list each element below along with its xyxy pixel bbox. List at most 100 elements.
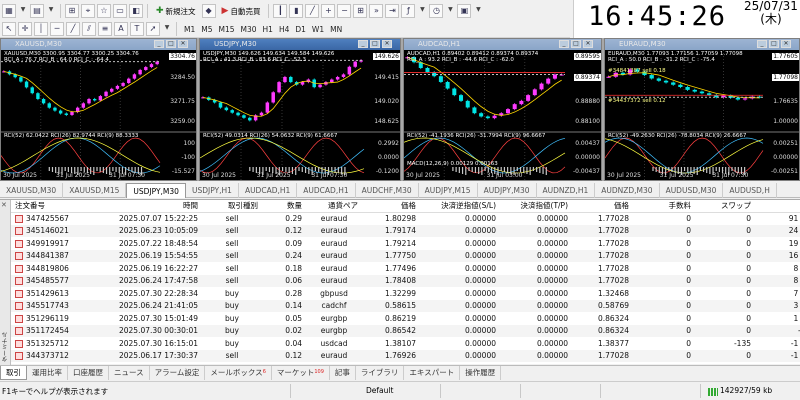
chart-title-bar[interactable]: XAUUSD,M30 _ □ ✕ — [1, 39, 196, 50]
terminal-tab[interactable]: マーケット109 — [272, 366, 330, 380]
text-tool-icon[interactable]: A — [114, 22, 128, 36]
table-row[interactable]: 349919917 2025.07.22 18:48:54 sell 0.09 eura… — [11, 237, 800, 250]
maximize-icon[interactable]: □ — [769, 40, 779, 48]
terminal-tab[interactable]: ライブラリ — [356, 366, 405, 380]
chart-tab[interactable]: AUDJPY,M15 — [419, 183, 478, 198]
chart-tab[interactable]: USDJPY,H1 — [186, 183, 239, 198]
chart-tab[interactable]: AUDCAD,H1 — [239, 183, 298, 198]
timeframe-h1[interactable]: H1 — [260, 25, 276, 34]
column-header[interactable]: 手数料 — [633, 200, 695, 213]
column-header[interactable]: 取引種別 — [202, 200, 262, 213]
minimize-icon[interactable]: _ — [559, 40, 569, 48]
column-header[interactable]: 価格 — [572, 200, 633, 213]
chart-shift-icon[interactable]: ⇥ — [385, 4, 400, 18]
maximize-icon[interactable]: □ — [370, 40, 380, 48]
horizontal-line-icon[interactable]: ─ — [50, 22, 64, 36]
chevron-down-icon[interactable]: ▼ — [18, 4, 28, 18]
minimize-icon[interactable]: _ — [154, 40, 164, 48]
table-row[interactable]: 345485577 2025.06.24 17:47:58 sell 0.06 eura… — [11, 274, 800, 287]
templates-icon[interactable]: ▣ — [457, 4, 472, 18]
chart-tab[interactable]: AUDNZD,H1 — [537, 183, 596, 198]
arrows-icon[interactable]: ➚ — [146, 22, 160, 36]
column-header[interactable]: 時間 — [106, 200, 202, 213]
maximize-icon[interactable]: □ — [571, 40, 581, 48]
vertical-line-icon[interactable]: │ — [34, 22, 48, 36]
minimize-icon[interactable]: _ — [757, 40, 767, 48]
equidistant-channel-icon[interactable]: ⫽ — [82, 22, 96, 36]
text-label-icon[interactable]: T — [130, 22, 144, 36]
status-profile[interactable]: Default — [366, 386, 393, 395]
column-header[interactable]: 損益 — [755, 200, 800, 213]
autotrade-button[interactable]: ▶ 自動売買 — [218, 4, 265, 18]
zoom-out-icon[interactable]: − — [337, 4, 352, 18]
fibonacci-icon[interactable]: ≡ — [98, 22, 112, 36]
table-row[interactable]: 351296119 2025.07.30 15:01:49 buy 0.05 eurgb… — [11, 312, 800, 325]
strategy-tester-icon[interactable]: ◧ — [129, 4, 143, 18]
metaeditor-icon[interactable]: ◆ — [201, 4, 216, 18]
table-row[interactable]: 344819806 2025.06.19 16:22:27 sell 0.18 eura… — [11, 262, 800, 275]
close-icon[interactable]: ✕ — [781, 40, 791, 48]
chart-tab[interactable]: XAUUSD,M15 — [63, 183, 127, 198]
line-chart-icon[interactable]: ╱ — [305, 4, 320, 18]
table-row[interactable]: 351429613 2025.07.30 22:28:34 buy 0.28 gbpus… — [11, 287, 800, 300]
chart-tab[interactable]: AUDUSD,M30 — [660, 183, 724, 198]
timeframe-h4[interactable]: H4 — [276, 25, 292, 34]
chart-tab[interactable]: AUDCHF,M30 — [356, 183, 419, 198]
candlestick-icon[interactable]: ▮ — [289, 4, 304, 18]
trendline-icon[interactable]: ╱ — [66, 22, 80, 36]
market-watch-icon[interactable]: ⊞ — [65, 4, 79, 18]
chevron-down-icon[interactable]: ▼ — [46, 4, 56, 18]
timeframe-m5[interactable]: M5 — [198, 25, 215, 34]
crosshair-icon[interactable]: ✛ — [18, 22, 32, 36]
table-row[interactable]: 351325712 2025.07.30 16:15:01 buy 0.04 usdca… — [11, 337, 800, 350]
chevron-down-icon[interactable]: ▼ — [417, 4, 427, 18]
table-row[interactable]: 345517743 2025.06.24 21:41:05 buy 0.14 cadch… — [11, 299, 800, 312]
table-row[interactable]: 344841387 2025.06.19 15:54:55 sell 0.24 eura… — [11, 249, 800, 262]
terminal-tab[interactable]: エキスパート — [404, 366, 461, 380]
close-icon[interactable]: ✕ — [583, 40, 593, 48]
terminal-tab[interactable]: 記事 — [330, 366, 356, 380]
timeframe-d1[interactable]: D1 — [292, 25, 309, 34]
column-header[interactable]: スワップ — [695, 200, 755, 213]
table-row[interactable]: 344373712 2025.06.17 17:30:37 sell 0.12 eura… — [11, 349, 800, 362]
chart-tab[interactable]: XAUUSD,M30 — [0, 183, 64, 198]
chart-window[interactable]: USDJPY,M30 _ □ ✕ USDJPY,M30 149.626 149.634 … — [199, 38, 401, 181]
chart-tab[interactable]: AUDUSD,H — [723, 183, 777, 198]
timeframe-m15[interactable]: M15 — [216, 25, 238, 34]
close-icon[interactable]: ✕ — [1, 201, 7, 209]
maximize-icon[interactable]: □ — [166, 40, 176, 48]
chevron-down-icon[interactable]: ▼ — [445, 4, 455, 18]
table-row[interactable]: 351172454 2025.07.30 00:30:01 buy 0.02 eurgb… — [11, 324, 800, 337]
column-header[interactable]: 注文番号 — [11, 200, 106, 213]
timeframe-w1[interactable]: W1 — [309, 25, 327, 34]
chart-window[interactable]: XAUUSD,M30 _ □ ✕ XAUUSD,M30 3300.95 3304.77 … — [0, 38, 197, 181]
chart-tab[interactable]: AUDCAD,H1 — [297, 183, 356, 198]
column-header[interactable]: 数量 — [262, 200, 306, 213]
chart-title-bar[interactable]: AUDCAD,H1 _ □ ✕ — [404, 39, 601, 50]
column-header[interactable]: 通貨ペア — [306, 200, 362, 213]
terminal-tab[interactable]: 操作履歴 — [460, 366, 502, 380]
terminal-icon[interactable]: ▭ — [113, 4, 127, 18]
table-row[interactable]: 345146021 2025.06.23 10:05:09 sell 0.12 eura… — [11, 224, 800, 237]
timeframe-m1[interactable]: M1 — [181, 25, 198, 34]
cursor-icon[interactable]: ↖ — [2, 22, 16, 36]
minimize-icon[interactable]: _ — [358, 40, 368, 48]
chart-window[interactable]: EURAUD,M30 _ □ ✕ EURAUD,M30 1.77093 1.77156 … — [604, 38, 800, 181]
zoom-in-icon[interactable]: + — [321, 4, 336, 18]
chart-tab[interactable]: USDJPY,M30 — [126, 183, 186, 198]
new-chart-icon[interactable]: ▦ — [2, 4, 16, 18]
chevron-down-icon[interactable]: ▼ — [162, 22, 172, 36]
autoscroll-icon[interactable]: » — [369, 4, 384, 18]
terminal-tab[interactable]: メールボックス6 — [205, 366, 272, 380]
chart-tab[interactable]: AUDJPY,M30 — [478, 183, 537, 198]
terminal-tab[interactable]: 口座履歴 — [68, 366, 109, 380]
terminal-tab[interactable]: アラーム設定 — [150, 366, 206, 380]
close-icon[interactable]: ✕ — [178, 40, 188, 48]
column-header[interactable]: 価格 — [362, 200, 420, 213]
chart-window[interactable]: AUDCAD,H1 _ □ ✕ AUDCAD,H1 0.89402 0.89412 0.… — [403, 38, 602, 181]
indicators-icon[interactable]: ƒ — [401, 4, 416, 18]
navigator-icon[interactable]: ☆ — [97, 4, 111, 18]
new-order-button[interactable]: ✚ 新規注文 — [152, 4, 200, 18]
chart-tab[interactable]: AUDNZD,M30 — [595, 183, 660, 198]
profiles-icon[interactable]: ▤ — [30, 4, 44, 18]
